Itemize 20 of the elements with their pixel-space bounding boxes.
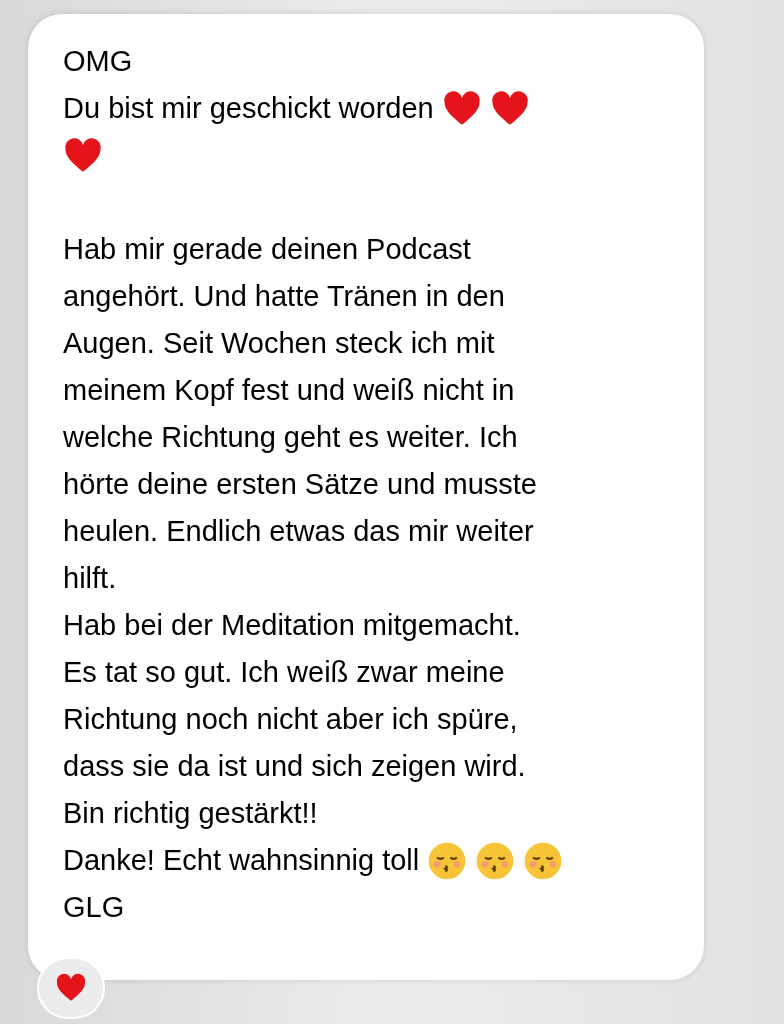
- kissing-face-icon: [475, 840, 516, 881]
- message-text: GLG: [63, 889, 125, 925]
- message-text: Hab bei der Meditation mitgemacht.: [63, 607, 521, 643]
- message-text: Hab mir gerade deinen Podcast: [63, 231, 471, 267]
- message-text: angehört. Und hatte Tränen in den: [63, 278, 505, 314]
- message-text: Es tat so gut. Ich weiß zwar meine: [63, 654, 505, 690]
- message-text: Du bist mir geschickt worden: [63, 90, 434, 126]
- message-text: meinem Kopf fest und weiß nicht in: [63, 372, 515, 408]
- message-text: hörte deine ersten Sätze und musste: [63, 466, 537, 502]
- message-text: welche Richtung geht es weiter. Ich: [63, 419, 518, 455]
- message-text: Augen. Seit Wochen steck ich mit: [63, 325, 495, 361]
- message-text: hilft.: [63, 560, 117, 596]
- message-text: dass sie da ist und sich zeigen wird.: [63, 748, 526, 784]
- message-text: heulen. Endlich etwas das mir weiter: [63, 513, 534, 549]
- message-text: Danke! Echt wahnsinnig toll: [63, 842, 420, 878]
- message-text: Richtung noch nicht aber ich spüre,: [63, 701, 518, 737]
- message-text: Bin richtig gestärkt!!: [63, 795, 318, 831]
- message-text: OMG: [63, 43, 133, 79]
- kissing-face-icon: [523, 840, 564, 881]
- kissing-face-icon: [427, 840, 468, 881]
